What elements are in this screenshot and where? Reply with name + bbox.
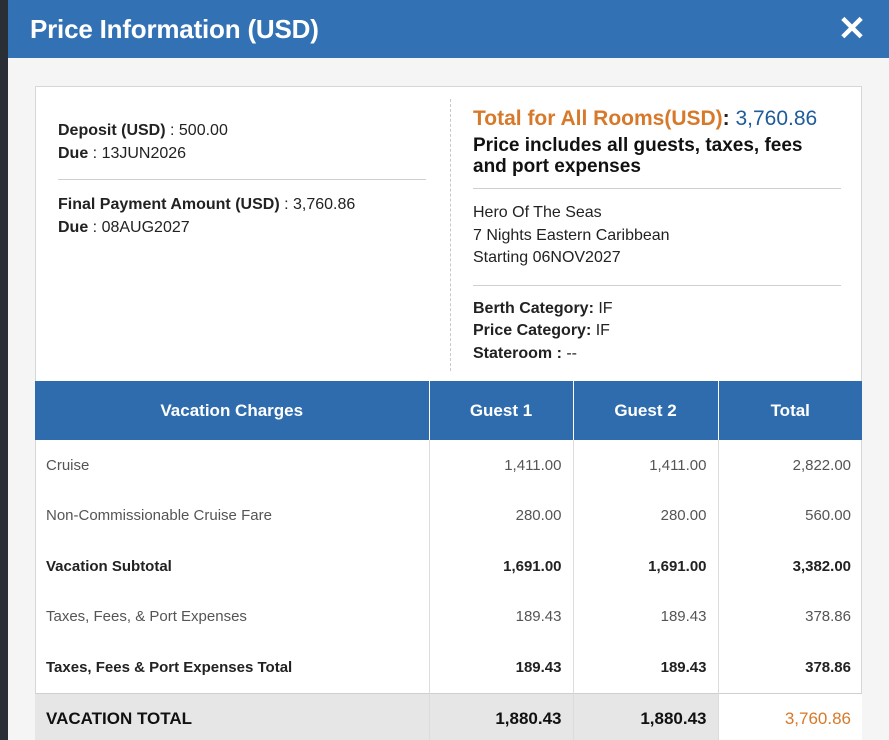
berth-category: Berth Category: IF [473, 298, 841, 321]
stateroom: Stateroom : -- [473, 343, 841, 366]
price-card: Deposit (USD) : 500.00 Due : 13JUN2026 F… [35, 86, 862, 740]
deposit-label: Deposit (USD) [58, 122, 166, 139]
deposit-due-label: Due [58, 145, 89, 162]
guest-1-amount: 1,411.00 [429, 440, 574, 491]
row-label: Non-Commissionable Cruise Fare [35, 490, 430, 541]
total-all-rooms-value: 3,760.86 [735, 107, 818, 130]
table-header-row: Vacation Charges Guest 1 Guest 2 Total [35, 381, 862, 440]
table-row: Taxes, Fees, & Port Expenses 189.43 189.… [35, 591, 862, 642]
row-label: Cruise [35, 440, 430, 491]
guest-1-amount: 1,691.00 [429, 541, 574, 592]
divider [473, 188, 841, 189]
table-row: Vacation Subtotal 1,691.00 1,691.00 3,38… [35, 541, 862, 592]
guest-1-amount: 1,880.43 [429, 692, 574, 740]
row-total: 3,382.00 [792, 557, 851, 575]
guest-1-amount: 189.43 [429, 642, 574, 693]
guest-2-amount: 1,880.43 [573, 692, 719, 740]
price-information-modal: Price Information (USD) ✕ Deposit (USD) … [8, 0, 889, 740]
guest-1-amount: 280.00 [429, 490, 574, 541]
divider [58, 179, 426, 180]
vacation-total-row: VACATION TOTAL 1,880.43 1,880.43 3,760.8… [35, 692, 862, 740]
grand-total: 3,760.86 [718, 692, 862, 740]
guest-2-amount: 189.43 [573, 591, 719, 642]
row-total: 378.86 [805, 658, 851, 676]
table-row: Non-Commissionable Cruise Fare 280.00 28… [35, 490, 862, 541]
table-row: Taxes, Fees & Port Expenses Total 189.43… [35, 642, 862, 693]
guest-2-amount: 1,691.00 [573, 541, 719, 592]
final-due-line: Due : 08AUG2027 [58, 216, 426, 239]
row-label: VACATION TOTAL [35, 692, 430, 740]
vertical-divider [450, 99, 451, 371]
payment-schedule: Deposit (USD) : 500.00 Due : 13JUN2026 F… [58, 119, 426, 239]
berth-category-label: Berth Category: [473, 299, 594, 317]
itinerary: 7 Nights Eastern Caribbean [473, 226, 670, 244]
stateroom-label: Stateroom : [473, 344, 562, 362]
row-total: 2,822.00 [792, 456, 851, 474]
row-label: Taxes, Fees, & Port Expenses [35, 591, 430, 642]
stateroom-value: -- [561, 344, 578, 362]
vacation-charges-table: Vacation Charges Guest 1 Guest 2 Total C… [35, 381, 862, 740]
table-row: Cruise 1,411.00 1,411.00 2,822.00 [35, 440, 862, 491]
total-colon: : [722, 107, 736, 130]
row-total: 560.00 [805, 507, 851, 525]
guest-2-amount: 1,411.00 [573, 440, 719, 491]
final-due-label: Due [58, 219, 89, 236]
total-all-rooms-label: Total for All Rooms(USD) [473, 107, 723, 130]
header-guest-1: Guest 1 [429, 381, 574, 440]
row-label: Taxes, Fees & Port Expenses Total [35, 642, 430, 693]
guest-1-amount: 189.43 [429, 591, 574, 642]
total-all-rooms: Total for All Rooms(USD): 3,760.86 [473, 105, 841, 133]
modal-header: Price Information (USD) ✕ [8, 0, 889, 58]
final-payment-value: : 3,760.86 [279, 196, 356, 213]
header-vacation-charges: Vacation Charges [35, 381, 430, 440]
final-due-value: : 08AUG2027 [88, 219, 190, 236]
modal-title: Price Information (USD) [30, 13, 319, 44]
price-category: Price Category: IF [473, 320, 841, 343]
deposit-due-line: Due : 13JUN2026 [58, 142, 426, 165]
divider [473, 284, 841, 286]
ship-name: Hero Of The Seas [473, 204, 602, 221]
row-total: 378.86 [805, 608, 851, 626]
price-category-label: Price Category: [473, 322, 592, 339]
row-label: Vacation Subtotal [35, 541, 430, 592]
close-icon[interactable]: ✕ [837, 12, 867, 46]
start-date: Starting 06NOV2027 [473, 249, 621, 266]
final-payment-line: Final Payment Amount (USD) : 3,760.86 [58, 193, 426, 216]
deposit-due-value: : 13JUN2026 [88, 145, 187, 162]
berth-category-value: IF [593, 299, 613, 317]
final-payment-label: Final Payment Amount (USD) [58, 196, 280, 213]
price-includes-note: Price includes all guests, taxes, fees a… [473, 135, 803, 177]
guest-2-amount: 280.00 [573, 490, 719, 541]
header-total: Total [718, 381, 862, 440]
price-category-value: IF [591, 322, 610, 339]
deposit-line: Deposit (USD) : 500.00 [58, 119, 426, 142]
guest-2-amount: 189.43 [573, 642, 719, 693]
deposit-value: : 500.00 [165, 122, 228, 139]
price-summary: Deposit (USD) : 500.00 Due : 13JUN2026 F… [36, 87, 861, 382]
booking-summary: Total for All Rooms(USD): 3,760.86 Price… [473, 105, 841, 365]
header-guest-2: Guest 2 [573, 381, 719, 440]
